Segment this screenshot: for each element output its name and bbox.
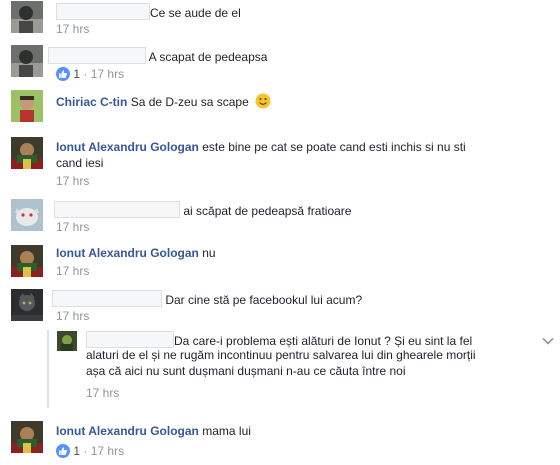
author-name[interactable]: Ionut Alexandru Gologan bbox=[56, 246, 199, 260]
chevron-down-icon[interactable] bbox=[541, 334, 555, 348]
comment-text-line: este bine pe cat se poate cand esti inch… bbox=[202, 140, 466, 154]
redacted-author-name[interactable] bbox=[56, 3, 150, 20]
author-name[interactable]: Ionut Alexandru Gologan bbox=[56, 140, 199, 154]
author-name[interactable]: Ionut Alexandru Gologan bbox=[56, 424, 199, 438]
comment: Dar cine stă pe facebookul lui acum? 17 … bbox=[0, 288, 560, 328]
avatar[interactable] bbox=[11, 199, 43, 231]
comment-text: nu bbox=[202, 246, 216, 260]
avatar[interactable] bbox=[11, 245, 43, 277]
author-name[interactable]: Chiriac C-tin bbox=[56, 95, 127, 109]
avatar[interactable] bbox=[11, 421, 43, 453]
smiley-icon bbox=[255, 93, 271, 109]
avatar[interactable] bbox=[11, 137, 43, 169]
timestamp[interactable]: 17 hrs bbox=[56, 22, 89, 36]
comment-text-line: cand iesi bbox=[56, 156, 104, 170]
avatar[interactable] bbox=[11, 289, 43, 321]
timestamp[interactable]: 17 hrs bbox=[56, 264, 89, 278]
redacted-author-name[interactable] bbox=[52, 290, 162, 307]
comment: A scapat de pedeapsa 1 · 17 hrs bbox=[0, 44, 560, 84]
redacted-author-name[interactable] bbox=[54, 201, 180, 218]
timestamp[interactable]: 17 hrs bbox=[91, 67, 124, 81]
like-count[interactable]: 1 bbox=[73, 67, 80, 81]
avatar[interactable] bbox=[57, 331, 77, 351]
like-icon[interactable] bbox=[56, 67, 70, 81]
meta-separator: · bbox=[83, 67, 88, 81]
meta-separator: · bbox=[83, 444, 88, 458]
reply-comment: Da care-i problema ești alături de Ionut… bbox=[0, 330, 560, 406]
avatar[interactable] bbox=[11, 45, 43, 77]
comment-text-line: alaturi de el și ne rugăm incontinuu pen… bbox=[86, 348, 476, 362]
comment-text: A scapat de pedeapsa bbox=[148, 50, 268, 64]
comment: Chiriac C-tin Sa de D-zeu sa scape bbox=[0, 89, 560, 129]
timestamp[interactable]: 17 hrs bbox=[56, 309, 89, 323]
comment-text-line: Da care-i problema ești alături de Ionut… bbox=[174, 334, 473, 348]
comment-text: ai scăpat de pedeapsă fratioare bbox=[183, 204, 352, 218]
comment-text: mama lui bbox=[202, 424, 251, 438]
comment: Ionut Alexandru Gologan nu 17 hrs bbox=[0, 244, 560, 284]
avatar[interactable] bbox=[11, 1, 43, 33]
timestamp[interactable]: 17 hrs bbox=[56, 174, 89, 188]
comment-text-line: așa că aici nu sunt dușmani dușmani n-au… bbox=[86, 364, 406, 378]
redacted-author-name[interactable] bbox=[48, 47, 146, 64]
comment-text: Dar cine stă pe facebookul lui acum? bbox=[165, 293, 363, 307]
like-icon[interactable] bbox=[56, 444, 70, 458]
comment-text: Ce se aude de el bbox=[150, 6, 241, 20]
comment: Ce se aude de el 17 hrs bbox=[0, 0, 560, 40]
comment: Ionut Alexandru Gologan este bine pe cat… bbox=[0, 136, 560, 192]
like-count[interactable]: 1 bbox=[73, 444, 80, 458]
comment: ai scăpat de pedeapsă fratioare 17 hrs bbox=[0, 198, 560, 238]
timestamp[interactable]: 17 hrs bbox=[91, 444, 124, 458]
redacted-author-name[interactable] bbox=[86, 331, 174, 348]
timestamp[interactable]: 17 hrs bbox=[56, 220, 89, 234]
comment-text: Sa de D-zeu sa scape bbox=[130, 95, 249, 109]
timestamp[interactable]: 17 hrs bbox=[86, 386, 119, 400]
avatar[interactable] bbox=[11, 90, 43, 122]
comment: Ionut Alexandru Gologan mama lui 1 · 17 … bbox=[0, 420, 560, 464]
